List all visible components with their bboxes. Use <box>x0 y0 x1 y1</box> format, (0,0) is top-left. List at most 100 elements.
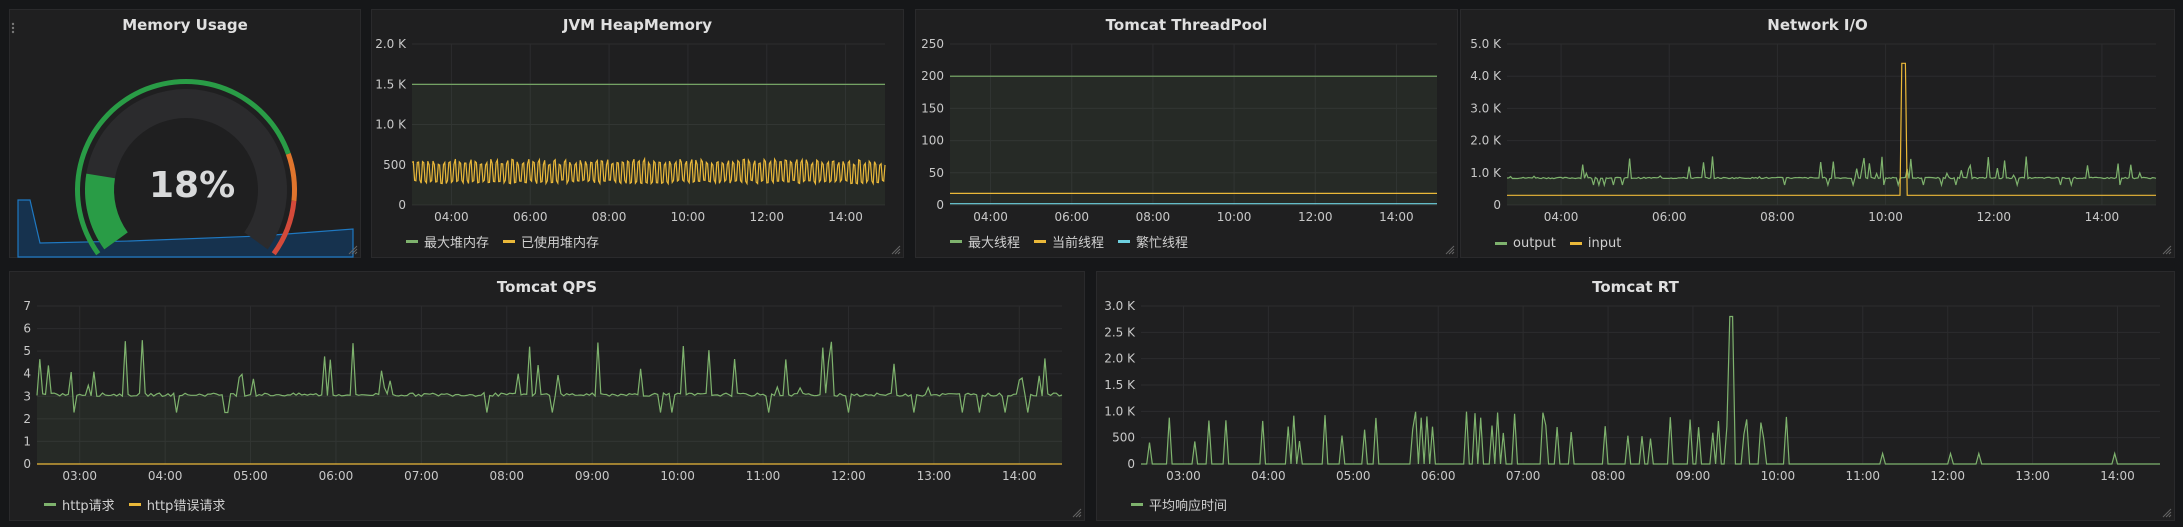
x-tick-label: 10:00 <box>1761 469 1796 483</box>
y-tick-label: 100 <box>921 134 944 148</box>
legend-item[interactable]: http请求 <box>44 495 115 514</box>
resize-handle-icon[interactable] <box>1072 508 1082 518</box>
legend-swatch <box>1495 242 1507 245</box>
y-tick-label: 5 <box>23 344 31 358</box>
legend: 平均响应时间 <box>1131 495 1227 514</box>
y-tick-label: 250 <box>921 37 944 51</box>
network-io-chart: 0 1.0 K 2.0 K 3.0 K 4.0 K 5.0 K 04:00 06:00 08:0… <box>1470 37 2157 224</box>
x-tick-label: 14:00 <box>1379 210 1414 224</box>
resize-handle-icon[interactable] <box>891 245 901 255</box>
legend-label: http请求 <box>62 499 115 514</box>
legend-label: 已使用堆内存 <box>521 236 600 251</box>
x-tick-label: 09:00 <box>1676 469 1711 483</box>
y-tick-label: 4.0 K <box>1470 69 1502 83</box>
y-tick-label: 500 <box>1112 431 1135 445</box>
x-tick-label: 06:00 <box>513 210 548 224</box>
resize-handle-icon[interactable] <box>1445 245 1455 255</box>
y-tick-label: 3.0 K <box>1470 101 1502 115</box>
series-area <box>37 340 1062 464</box>
legend-item[interactable]: input <box>1569 236 1622 251</box>
y-tick-label: 150 <box>921 101 944 115</box>
x-tick-label: 10:00 <box>671 210 706 224</box>
y-tick-label: 2 <box>23 412 31 426</box>
jvm-heap-panel[interactable]: JVM HeapMemory 0 500 1.0 K 1.5 K 2.0 K 04:00 0… <box>371 9 904 258</box>
legend-item[interactable]: 当前线程 <box>1034 232 1104 251</box>
legend-item[interactable]: 最大堆内存 <box>406 232 489 251</box>
x-tick-label: 04:00 <box>434 210 469 224</box>
x-tick-label: 14:00 <box>828 210 863 224</box>
qps-chart: 0 1 2 3 4 5 6 7 03:00 04:00 05:00 06:00 07:00 08:00 09… <box>23 299 1063 483</box>
resize-handle-icon[interactable] <box>348 245 358 255</box>
legend-swatch <box>1034 240 1047 243</box>
y-tick-label: 2.0 K <box>1470 134 1502 148</box>
x-tick-label: 04:00 <box>148 469 183 483</box>
tomcat-rt-panel[interactable]: Tomcat RT 0 500 1.0 K 1.5 K 2.0 K 2.5 K 3.0 K0… <box>1096 271 2175 521</box>
x-tick-label: 05:00 <box>233 469 268 483</box>
x-tick-label: 10:00 <box>1868 210 1903 224</box>
x-tick-label: 12:00 <box>1930 469 1965 483</box>
legend-label: 平均响应时间 <box>1149 499 1228 514</box>
rt-chart: 0 500 1.0 K 1.5 K 2.0 K 2.5 K 3.0 K 03:00 04:00 0… <box>1104 299 2160 483</box>
y-tick-label: 50 <box>929 166 944 180</box>
x-tick-label: 12:00 <box>831 469 866 483</box>
legend-swatch <box>1118 240 1131 243</box>
legend-item[interactable]: http错误请求 <box>128 495 226 514</box>
tomcat-threadpool-panel[interactable]: Tomcat ThreadPool 0 50 100 150 200 250 04:00 06… <box>915 9 1458 258</box>
legend-item[interactable]: output <box>1495 236 1556 251</box>
x-tick-label: 08:00 <box>1760 210 1795 224</box>
y-tick-label: 200 <box>921 69 944 83</box>
legend-item[interactable]: 繁忙线程 <box>1118 232 1188 251</box>
y-tick-label: 1.0 K <box>1470 166 1502 180</box>
resize-handle-icon[interactable] <box>2162 245 2172 255</box>
y-tick-label: 3 <box>23 389 31 403</box>
x-tick-label: 03:00 <box>62 469 97 483</box>
jvm-heap-chart: 0 500 1.0 K 1.5 K 2.0 K 04:00 06:00 08:00 10:00 1… <box>375 37 886 224</box>
memory-usage-panel[interactable]: Memory Usage 18% <box>9 9 361 258</box>
x-tick-label: 13:00 <box>2015 469 2050 483</box>
y-tick-label: 7 <box>23 299 31 313</box>
legend-item[interactable]: 平均响应时间 <box>1131 495 1227 514</box>
x-tick-label: 08:00 <box>489 469 524 483</box>
legend-swatch <box>44 503 56 506</box>
x-tick-label: 08:00 <box>1591 469 1626 483</box>
resize-handle-icon[interactable] <box>2162 508 2172 518</box>
legend-item[interactable]: 已使用堆内存 <box>503 232 599 251</box>
gauge-value: 18% <box>149 165 236 206</box>
y-tick-label: 1.5 K <box>375 77 407 91</box>
y-tick-label: 3.0 K <box>1104 299 1136 313</box>
x-tick-label: 11:00 <box>1845 469 1880 483</box>
y-tick-label: 6 <box>23 322 31 336</box>
x-tick-label: 13:00 <box>917 469 952 483</box>
legend-label: 繁忙线程 <box>1136 236 1189 251</box>
y-tick-label: 2.0 K <box>375 37 407 51</box>
x-tick-label: 07:00 <box>1506 469 1541 483</box>
legend-label: http错误请求 <box>146 499 226 514</box>
x-tick-label: 06:00 <box>1054 210 1089 224</box>
x-tick-label: 14:00 <box>2085 210 2120 224</box>
legend-label: 最大堆内存 <box>424 236 490 251</box>
x-tick-label: 06:00 <box>319 469 354 483</box>
y-tick-label: 4 <box>23 367 31 381</box>
x-tick-label: 04:00 <box>973 210 1008 224</box>
network-io-panel[interactable]: Network I/O 0 1.0 K 2.0 K 3.0 K 4.0 K 5.0 K 04… <box>1460 9 2175 258</box>
x-tick-label: 04:00 <box>1251 469 1286 483</box>
x-tick-label: 05:00 <box>1336 469 1371 483</box>
y-tick-label: 1.5 K <box>1104 378 1136 392</box>
y-tick-label: 0 <box>1127 457 1135 471</box>
x-tick-label: 12:00 <box>1976 210 2011 224</box>
legend-label: 当前线程 <box>1052 236 1105 251</box>
legend-item[interactable]: 最大线程 <box>950 232 1020 251</box>
threadpool-chart: 0 50 100 150 200 250 04:00 06:00 08:00 10:00 12:00… <box>921 37 1437 224</box>
drag-handle-icon[interactable] <box>11 22 15 34</box>
y-tick-label: 2.0 K <box>1104 352 1136 366</box>
series-area <box>950 76 1437 205</box>
x-tick-label: 11:00 <box>746 469 781 483</box>
legend-swatch <box>406 240 418 243</box>
legend-swatch <box>1569 242 1582 245</box>
legend-label: input <box>1587 236 1622 251</box>
x-tick-label: 08:00 <box>592 210 627 224</box>
x-tick-label: 12:00 <box>1298 210 1333 224</box>
x-tick-label: 12:00 <box>749 210 784 224</box>
tomcat-qps-panel[interactable]: Tomcat QPS 0 1 2 3 4 5 6 7 03:00 04:00 05:00 06:00 0… <box>9 271 1085 521</box>
legend-swatch <box>503 240 516 243</box>
